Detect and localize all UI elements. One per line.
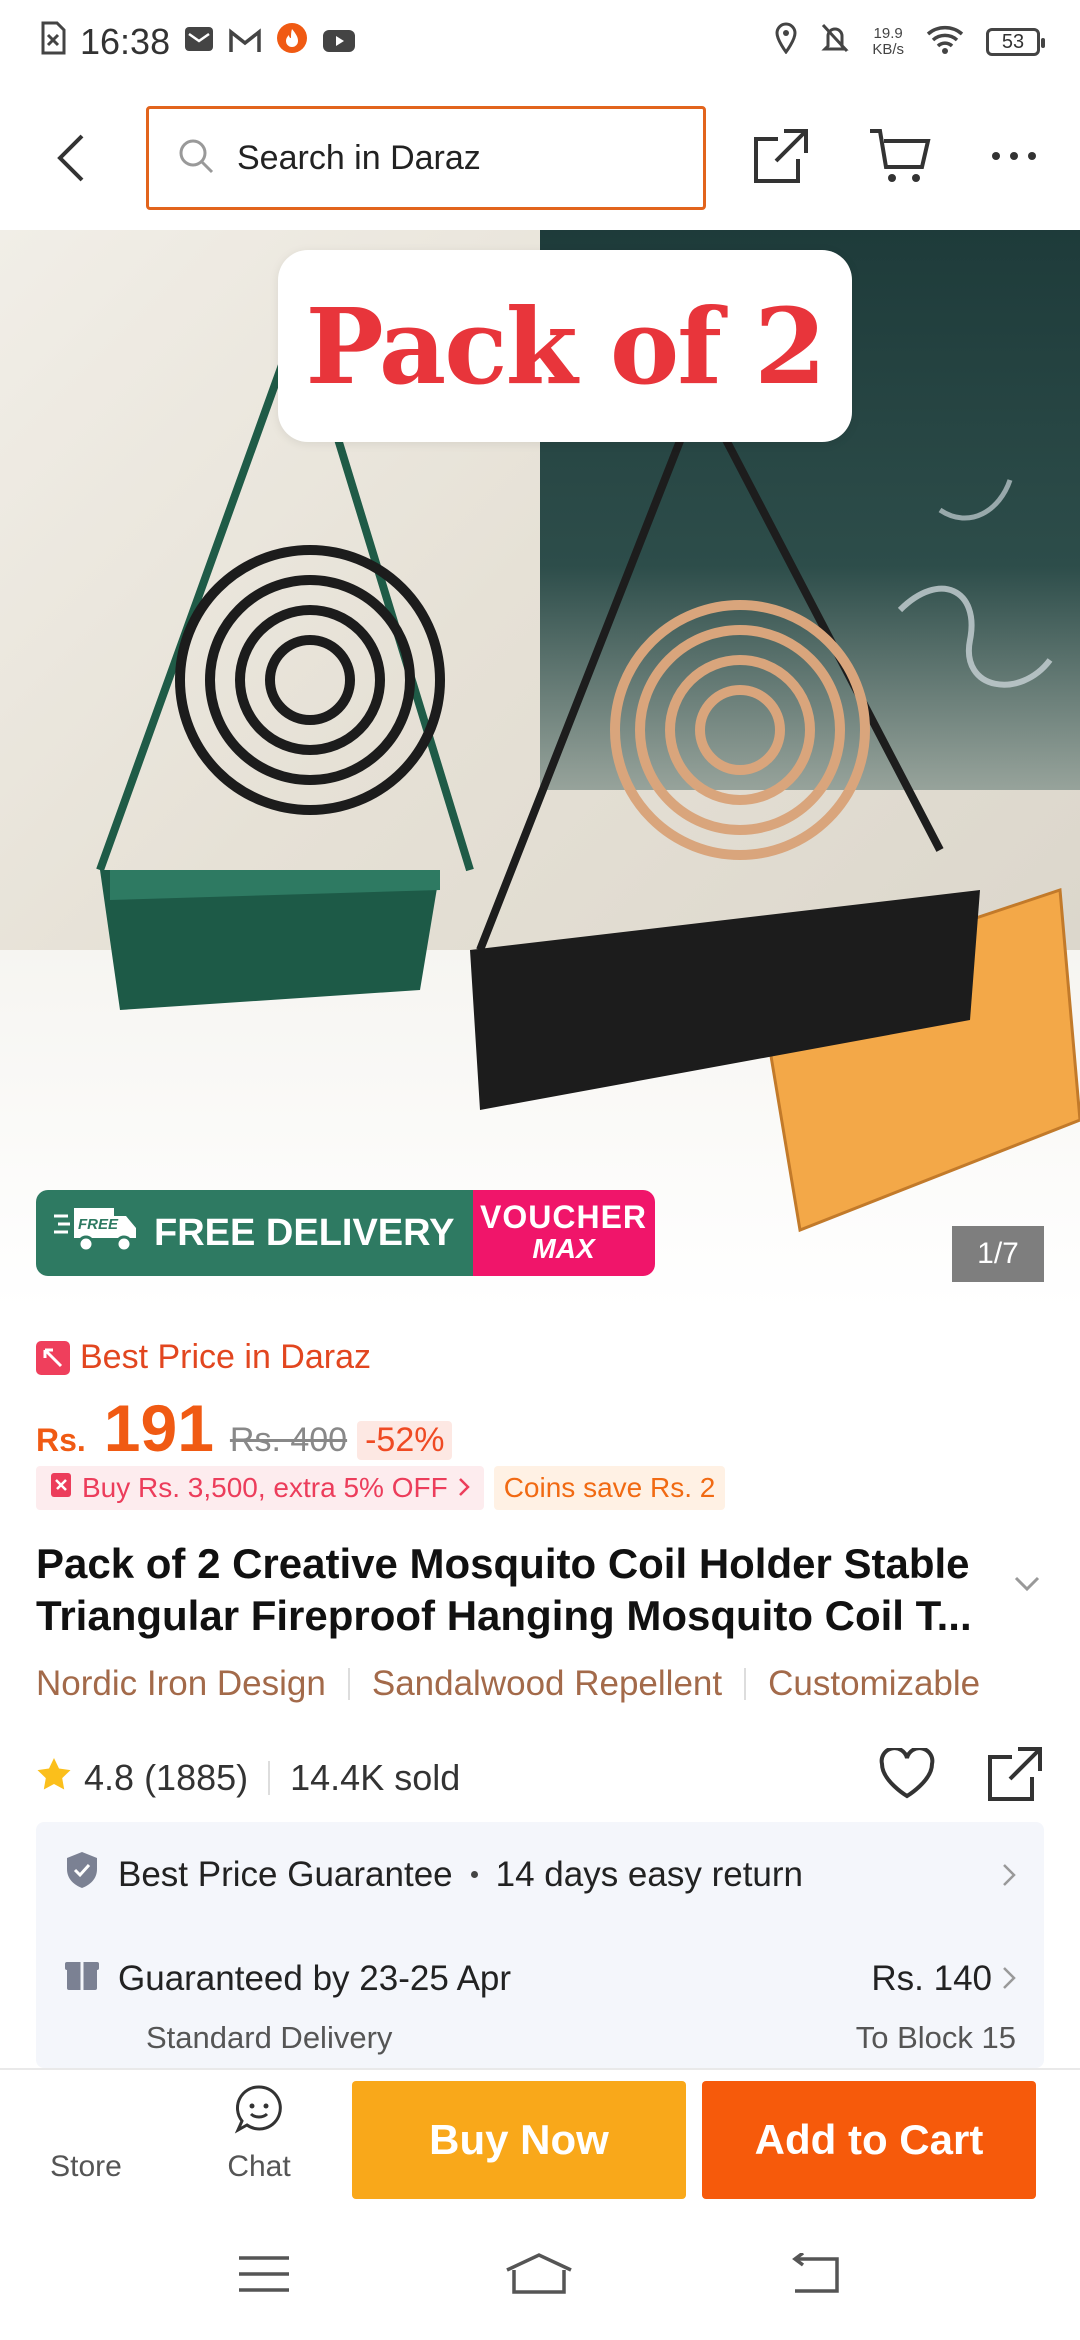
rating-row: 4.8 (1885) 14.4K sold [36,1745,1044,1809]
guarantee-text: Best Price Guarantee [118,1854,453,1894]
product-tags: Nordic Iron Design Sandalwood Repellent … [36,1664,1080,1704]
package-icon [64,1956,100,2001]
delivery-type: Standard Delivery [146,2020,393,2055]
sold-count: 14.4K sold [290,1757,461,1798]
share-icon[interactable] [752,127,810,190]
rating-value: 4.8 [84,1757,135,1798]
top-header: Search in Daraz [0,100,1080,216]
gmail-icon [228,21,262,63]
chat-icon [234,2084,284,2142]
tag-divider [347,1668,350,1700]
voucher-max-badge: VOUCHER MAX [472,1190,655,1276]
price-tag-icon [36,1340,70,1375]
system-navigation-bar [0,2212,1080,2340]
search-input[interactable]: Search in Daraz [146,106,706,210]
delivery-price: Rs. 140 [871,1958,992,1998]
store-button[interactable]: Store [0,2070,172,2210]
green-coil [175,545,445,815]
back-button[interactable] [36,123,106,193]
home-icon[interactable] [504,2252,574,2301]
review-count[interactable]: (1885) [144,1757,248,1799]
returns-text: 14 days easy return [495,1854,804,1894]
search-placeholder: Search in Daraz [237,138,481,177]
youtube-icon [322,21,356,63]
location-icon [774,21,798,63]
expand-title-icon[interactable] [1014,1576,1040,1597]
original-price: Rs. 400 [229,1421,348,1459]
share-product-icon[interactable] [986,1745,1044,1812]
pack-overlay-badge: Pack of 2 [278,250,852,442]
chat-button[interactable]: Chat [172,2070,346,2210]
star-icon [36,1756,72,1801]
coins-chip[interactable]: Coins save Rs. 2 [493,1466,726,1510]
delivery-date: Guaranteed by 23-25 Apr [118,1958,512,1998]
service-info-box: Best Price Guarantee 14 days easy return… [36,1822,1044,2068]
chevron-right-icon [1002,1959,1016,1999]
back-arrow-icon [57,134,84,182]
menu-icon[interactable] [237,2254,291,2299]
promo-badge: FREE FREE DELIVERY VOUCHER MAX [36,1190,655,1276]
wifi-icon [926,21,964,63]
bulk-offer-chip[interactable]: Buy Rs. 3,500, extra 5% OFF [36,1466,484,1510]
tag-sandalwood[interactable]: Sandalwood Repellent [372,1664,722,1704]
product-image-gallery[interactable]: Pack of 2 FREE FREE DELIVERY VOUCHER MAX… [0,230,1080,1310]
tag-nordic-iron[interactable]: Nordic Iron Design [36,1664,326,1704]
discount-badge: -52% [357,1421,453,1460]
back-nav-icon[interactable] [787,2251,843,2300]
status-time: 16:38 [80,21,171,62]
svg-text:FREE: FREE [78,1216,119,1233]
shield-icon [64,1850,100,1899]
price-row: Rs. 191 Rs. 400 -52% [36,1390,453,1466]
product-title: Pack of 2 Creative Mosquito Coil Holder … [36,1540,972,1639]
currency: Rs. [36,1422,86,1458]
sim-icon [40,21,66,64]
tag-customizable[interactable]: Customizable [768,1664,980,1704]
status-bar: 16:38 19.9 KB/s 53 [0,0,1080,84]
bottom-action-bar: Store Chat Buy Now Add to Cart [0,2068,1080,2210]
rating-divider [268,1761,271,1795]
mail-app-icon [184,21,214,63]
mute-bell-icon [820,21,850,63]
image-counter: 1/7 [952,1226,1044,1282]
more-options-icon[interactable] [990,149,1038,167]
tag-divider [744,1668,747,1700]
battery-indicator: 53 [986,28,1045,56]
chevron-right-icon [458,1472,470,1504]
wishlist-heart-icon[interactable] [878,1745,936,1809]
delivery-location: To Block 15 [855,2020,1016,2055]
fire-app-icon [276,21,308,63]
sandalwood-coil [610,600,870,860]
delivery-truck-icon: FREE [52,1202,140,1264]
free-delivery-badge: FREE FREE DELIVERY [36,1190,473,1276]
network-speed: 19.9 KB/s [872,25,904,58]
cart-icon[interactable] [868,127,932,190]
chevron-right-icon [1002,1863,1016,1887]
guarantee-row[interactable]: Best Price Guarantee 14 days easy return [64,1850,1016,1899]
current-price: 191 [103,1391,214,1465]
separator-dot [470,1871,478,1878]
add-to-cart-button[interactable]: Add to Cart [702,2081,1036,2199]
best-price-label: Best Price in Daraz [36,1338,371,1377]
buy-now-button[interactable]: Buy Now [352,2081,686,2199]
delivery-row[interactable]: Guaranteed by 23-25 Apr Rs. 140 [64,1956,1016,2001]
coupon-icon [50,1472,72,1505]
search-icon [177,137,215,180]
